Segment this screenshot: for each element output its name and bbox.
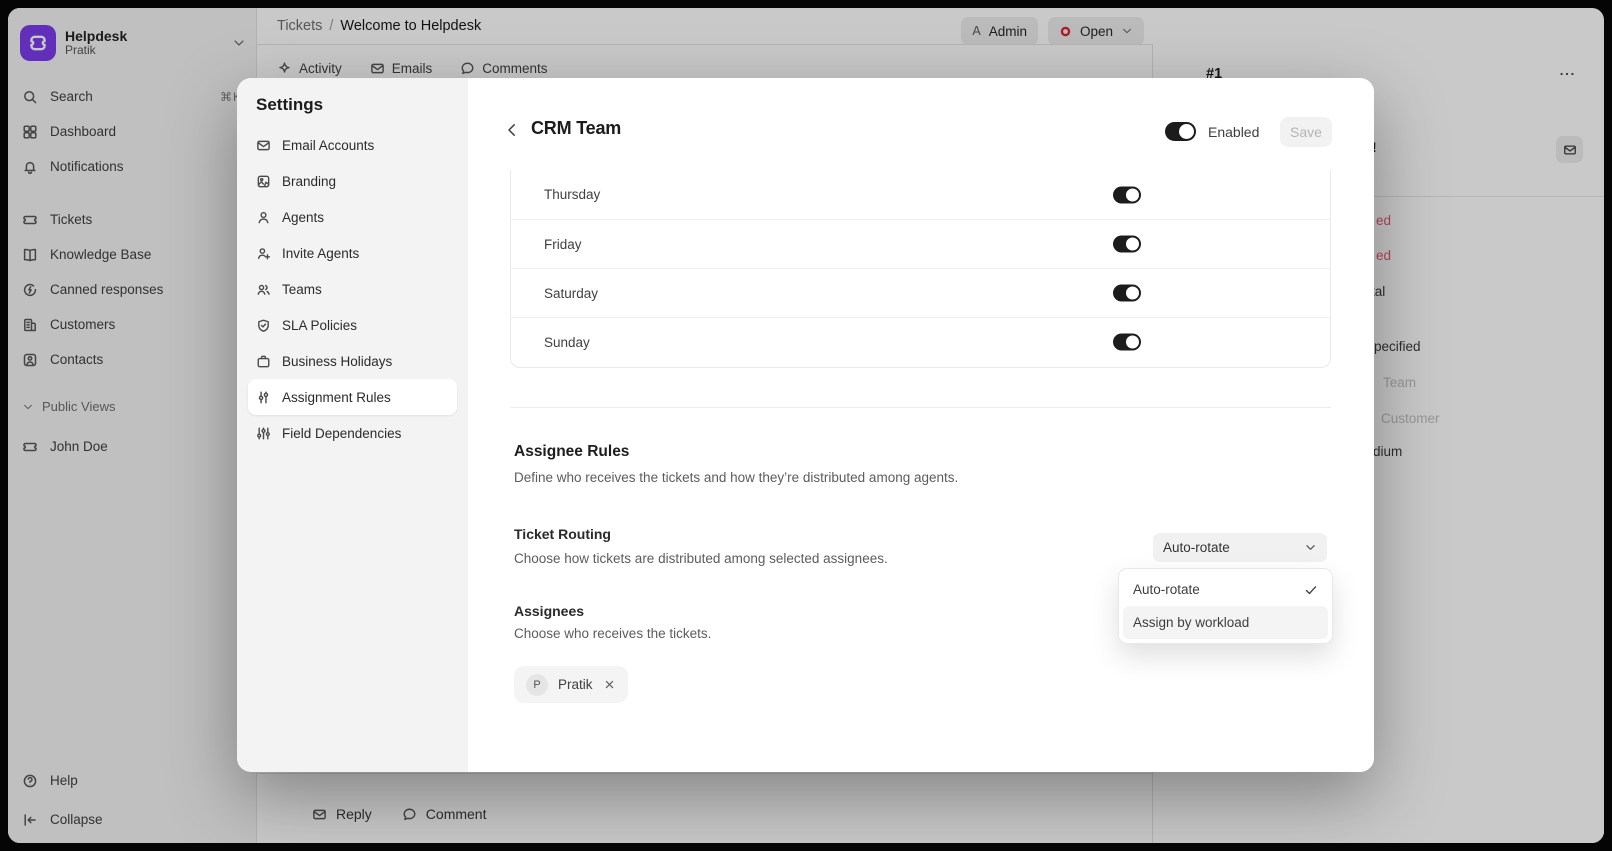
assignee-name: Pratik bbox=[558, 677, 593, 692]
field-dependencies-icon bbox=[256, 426, 271, 441]
settings-nav-label: Branding bbox=[282, 174, 336, 189]
shield-icon bbox=[256, 318, 271, 333]
settings-nav-label: Business Holidays bbox=[282, 354, 392, 369]
working-days-card: Thursday Friday Saturday Sunday bbox=[510, 170, 1331, 368]
assignee-chip: P Pratik bbox=[514, 666, 628, 703]
settings-title: Settings bbox=[256, 95, 323, 115]
assignee-chips: P Pratik bbox=[514, 666, 628, 703]
close-icon[interactable] bbox=[603, 678, 616, 691]
invite-agent-icon bbox=[256, 246, 271, 261]
check-icon bbox=[1304, 583, 1318, 597]
settings-nav-item[interactable]: Agents bbox=[248, 199, 457, 235]
envelope-icon bbox=[256, 138, 271, 153]
enabled-control: Enabled bbox=[1165, 122, 1259, 141]
ticket-routing-description: Choose how tickets are distributed among… bbox=[514, 551, 888, 566]
teams-icon bbox=[256, 282, 271, 297]
settings-nav-label: Agents bbox=[282, 210, 324, 225]
settings-nav-label: Email Accounts bbox=[282, 138, 374, 153]
settings-nav-label: Field Dependencies bbox=[282, 426, 401, 441]
avatar: P bbox=[526, 674, 548, 696]
settings-nav: Email Accounts Branding Agents I bbox=[248, 127, 457, 451]
settings-nav-item[interactable]: Email Accounts bbox=[248, 127, 457, 163]
settings-nav-label: Invite Agents bbox=[282, 246, 359, 261]
assignees-description: Choose who receives the tickets. bbox=[514, 626, 711, 641]
day-toggle[interactable] bbox=[1113, 236, 1141, 253]
day-label: Sunday bbox=[544, 335, 590, 350]
assignees-heading: Assignees bbox=[514, 603, 584, 619]
day-toggle[interactable] bbox=[1113, 334, 1141, 351]
working-day-row: Friday bbox=[511, 219, 1330, 268]
ticket-routing-menu: Auto-rotate Assign by workload bbox=[1118, 568, 1333, 644]
routing-option-label: Assign by workload bbox=[1133, 615, 1249, 630]
enabled-label: Enabled bbox=[1208, 124, 1259, 140]
working-day-row: Sunday bbox=[511, 317, 1330, 366]
ticket-routing-heading: Ticket Routing bbox=[514, 526, 611, 542]
settings-nav-label: SLA Policies bbox=[282, 318, 357, 333]
app-window: Helpdesk Pratik Search ⌘K Dashboard bbox=[8, 8, 1604, 843]
branding-icon bbox=[256, 174, 271, 189]
day-toggle[interactable] bbox=[1113, 285, 1141, 302]
settings-nav-label: Teams bbox=[282, 282, 322, 297]
settings-nav-item[interactable]: Invite Agents bbox=[248, 235, 457, 271]
working-day-row: Thursday bbox=[511, 170, 1330, 219]
settings-nav-item[interactable]: Branding bbox=[248, 163, 457, 199]
settings-nav-item[interactable]: Business Holidays bbox=[248, 343, 457, 379]
settings-nav-item[interactable]: Teams bbox=[248, 271, 457, 307]
settings-sidebar: Settings Email Accounts Branding bbox=[237, 78, 468, 772]
routing-option[interactable]: Assign by workload bbox=[1123, 606, 1328, 639]
settings-modal: Settings Email Accounts Branding bbox=[237, 78, 1374, 772]
settings-nav-item[interactable]: SLA Policies bbox=[248, 307, 457, 343]
routing-option[interactable]: Auto-rotate bbox=[1123, 573, 1328, 606]
assignee-rules-heading: Assignee Rules bbox=[514, 443, 629, 461]
day-label: Saturday bbox=[544, 286, 598, 301]
settings-nav-item[interactable]: Assignment Rules bbox=[248, 379, 457, 415]
chevron-down-icon bbox=[1304, 541, 1317, 554]
day-label: Friday bbox=[544, 237, 582, 252]
day-toggle[interactable] bbox=[1113, 186, 1141, 203]
enabled-toggle[interactable] bbox=[1165, 122, 1196, 141]
chevron-left-icon[interactable] bbox=[504, 122, 520, 138]
save-button[interactable]: Save bbox=[1280, 117, 1332, 147]
settings-detail: CRM Team Enabled Save Thursday Friday bbox=[468, 78, 1374, 772]
agent-icon bbox=[256, 210, 271, 225]
settings-nav-item[interactable]: Field Dependencies bbox=[248, 415, 457, 451]
section-divider bbox=[510, 407, 1331, 408]
briefcase-icon bbox=[256, 354, 271, 369]
screen: Helpdesk Pratik Search ⌘K Dashboard bbox=[0, 0, 1612, 851]
routing-option-label: Auto-rotate bbox=[1133, 582, 1200, 597]
ticket-routing-value: Auto-rotate bbox=[1163, 540, 1230, 555]
day-label: Thursday bbox=[544, 187, 600, 202]
working-day-row: Saturday bbox=[511, 268, 1330, 317]
assignee-rules-description: Define who receives the tickets and how … bbox=[514, 470, 958, 485]
team-title: CRM Team bbox=[531, 118, 621, 139]
ticket-routing-select[interactable]: Auto-rotate bbox=[1153, 533, 1327, 562]
settings-nav-label: Assignment Rules bbox=[282, 390, 391, 405]
assignment-rules-icon bbox=[256, 390, 271, 405]
